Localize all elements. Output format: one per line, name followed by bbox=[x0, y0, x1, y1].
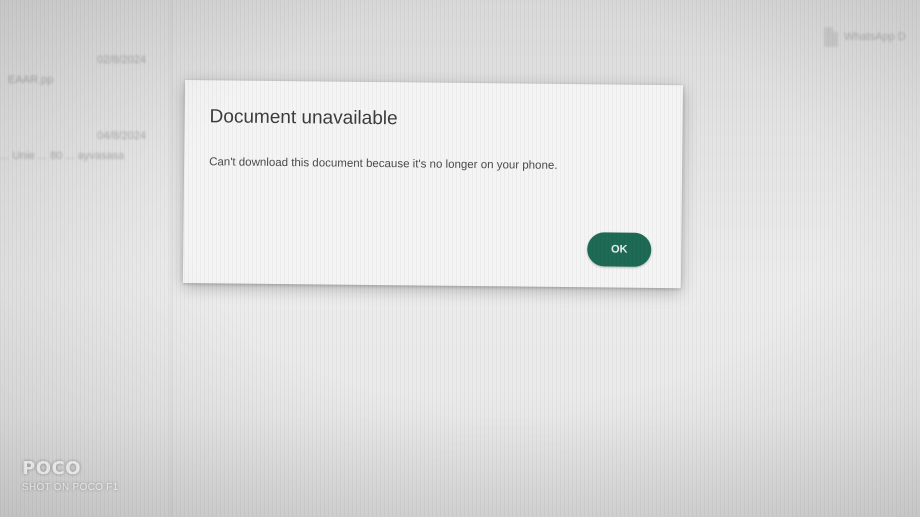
watermark-brand: POCO bbox=[22, 458, 82, 479]
watermark-subtitle: SHOT ON POCO F1 bbox=[22, 482, 119, 493]
dialog-message: Can't download this document because it'… bbox=[209, 156, 558, 172]
background-file-chip: WhatsApp D bbox=[824, 20, 920, 54]
dialog-title: Document unavailable bbox=[209, 106, 398, 130]
camera-watermark: POCO SHOT ON POCO F1 bbox=[22, 458, 119, 493]
ok-button[interactable]: OK bbox=[587, 232, 652, 267]
chat-date: 04/8/2024 bbox=[97, 130, 146, 142]
chat-name[interactable]: ... Unie ... 80 ... ayvasasa bbox=[0, 150, 124, 162]
chat-date: 02/8/2024 bbox=[97, 54, 146, 66]
chat-name[interactable]: EAAR.pp bbox=[8, 74, 53, 86]
document-icon bbox=[824, 27, 838, 47]
file-name: WhatsApp D bbox=[844, 31, 906, 43]
document-unavailable-dialog: Document unavailable Can't download this… bbox=[182, 80, 683, 289]
background-chat-list: 02/8/2024 EAAR.pp 04/8/2024 ... Unie ...… bbox=[0, 0, 172, 517]
